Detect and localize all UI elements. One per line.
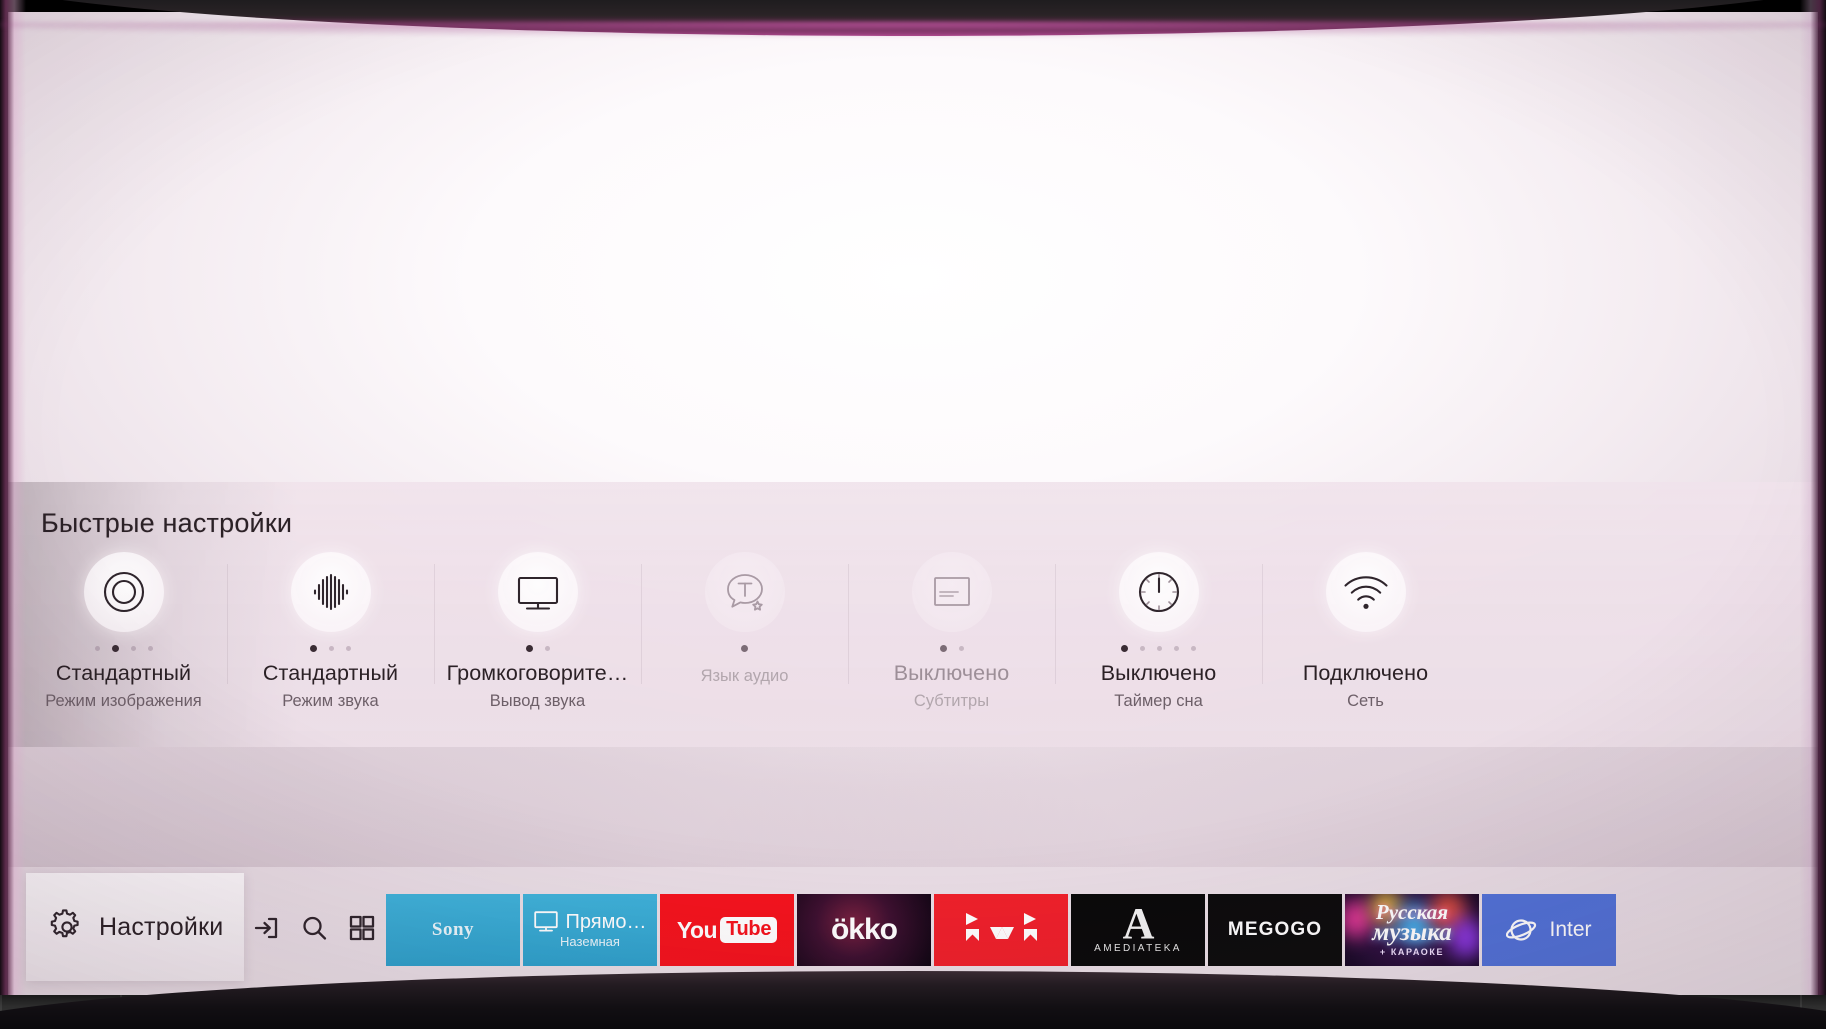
quick-setting-picture-mode[interactable]: Стандартный Режим изображения [20, 552, 227, 711]
quick-setting-audio-language[interactable]: Язык аудио [641, 552, 848, 711]
quick-settings-row: Стандартный Режим изображения Стандартны… [20, 552, 1818, 711]
sound-output-icon [497, 552, 578, 632]
russian-music-label-2: музыка [1372, 919, 1452, 947]
megogo-label: MEGOGO [1227, 919, 1323, 940]
screen-edge-right [1800, 0, 1826, 1029]
gear-icon [50, 909, 79, 938]
quick-setting-subtitles[interactable]: Выключено Субтитры [848, 552, 1055, 711]
sleep-timer-label: Таймер сна [1114, 692, 1203, 710]
sound-mode-icon [290, 552, 371, 632]
search-icon[interactable] [299, 913, 329, 943]
settings-label: Настройки [99, 912, 224, 941]
live-tv-sublabel: Наземная [560, 934, 620, 949]
planet-icon [1506, 919, 1537, 941]
app-tile-sony[interactable]: Sony [386, 894, 520, 966]
youtube-logo: You Tube [676, 916, 778, 944]
network-label: Сеть [1347, 692, 1384, 710]
app-tile-live-tv[interactable]: Прямо… Наземная [523, 894, 657, 966]
source-input-icon[interactable] [251, 913, 281, 943]
app-tile-internet[interactable]: Inter [1482, 894, 1616, 966]
app-tile-ivi[interactable] [934, 894, 1068, 966]
amediateka-label: AMEDIATEKA [1094, 943, 1182, 955]
sony-label: Sony [431, 919, 475, 940]
network-value: Подключено [1302, 661, 1429, 685]
ivi-logo-icon [966, 913, 1037, 941]
okko-label: ökko [830, 913, 898, 946]
app-tile-okko[interactable]: ökko [797, 894, 931, 966]
screen-edge-left [0, 0, 26, 1029]
quick-settings-panel: Быстрые настройки Стандартный Режим изоб [8, 482, 1818, 747]
sound-mode-label: Режим звука [282, 692, 379, 710]
youtube-label-you: You [676, 916, 718, 943]
amediateka-logo-letter: A [1122, 898, 1155, 948]
internet-label: Inter [1549, 918, 1592, 941]
panel-title: Быстрые настройки [41, 508, 293, 538]
audio-language-label: Язык аудио [700, 667, 789, 685]
app-tile-megogo[interactable]: MEGOGO [1208, 894, 1342, 966]
quick-setting-network[interactable]: Подключено Сеть [1262, 552, 1469, 711]
sound-output-dots [525, 644, 550, 652]
quick-setting-sound-mode[interactable]: Стандартный Режим звука [227, 552, 434, 711]
sound-output-label: Вывод звука [489, 692, 586, 710]
picture-mode-label: Режим изображения [45, 692, 202, 710]
sleep-timer-value: Выключено [1100, 661, 1217, 685]
network-wifi-icon [1325, 552, 1406, 632]
app-tile-amediateka[interactable]: A AMEDIATEKA [1071, 894, 1205, 966]
sleep-timer-dots [1121, 644, 1196, 652]
quick-setting-sleep-timer[interactable]: Выключено Таймер сна [1055, 552, 1262, 711]
live-tv-label: Прямо… [565, 911, 647, 933]
app-tiles-row: Sony Прямо… Наземная You Tube ökko A AME… [386, 894, 1616, 966]
picture-mode-icon [83, 552, 164, 632]
youtube-label-tube: Tube [720, 917, 778, 943]
sleep-timer-icon [1118, 552, 1199, 632]
tv-icon [533, 911, 558, 932]
subtitles-value: Выключено [893, 661, 1010, 685]
subtitles-label: Субтитры [913, 692, 990, 710]
settings-button[interactable]: Настройки [26, 873, 244, 981]
audio-language-icon [704, 552, 785, 632]
sound-mode-value: Стандартный [262, 661, 399, 685]
app-tile-youtube[interactable]: You Tube [660, 894, 794, 966]
picture-mode-value: Стандартный [55, 661, 192, 685]
tv-photograph: Быстрые настройки Стандартный Режим изоб [0, 0, 1826, 1029]
subtitles-icon [911, 552, 992, 632]
tv-screen: Быстрые настройки Стандартный Режим изоб [8, 12, 1818, 995]
app-tile-russian-music[interactable]: Русская музыка + КАРАОКЕ [1345, 894, 1479, 966]
sound-mode-dots [310, 644, 351, 652]
russian-music-sublabel: + КАРАОКЕ [1379, 946, 1445, 957]
picture-mode-dots [94, 644, 153, 652]
audio-language-dots [741, 644, 748, 652]
subtitles-dots [939, 644, 964, 652]
quick-setting-sound-output[interactable]: Громкоговорите… Вывод звука [434, 552, 641, 711]
sound-output-value: Громкоговорите… [446, 661, 629, 685]
bottom-bar-icons [251, 913, 377, 943]
apps-grid-icon[interactable] [347, 913, 377, 943]
